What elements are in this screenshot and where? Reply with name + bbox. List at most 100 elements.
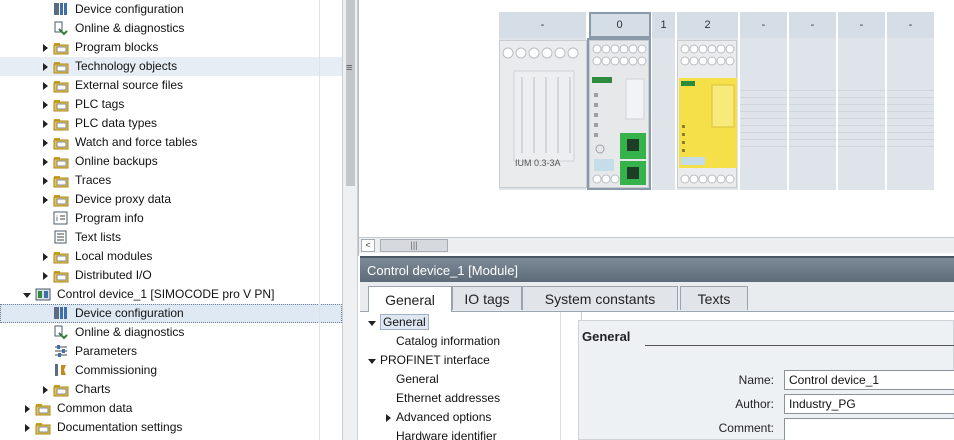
expand-right-icon[interactable] [41, 100, 51, 110]
device-config-icon [53, 2, 69, 17]
tree-splitter[interactable]: ≡ [342, 0, 358, 440]
folder-icon [53, 135, 69, 150]
inspector-nav-ethernet-addresses[interactable]: Ethernet addresses [360, 389, 581, 408]
inspector-nav-catalog-information[interactable]: Catalog information [360, 332, 581, 351]
slot-header[interactable]: 0 [589, 12, 651, 38]
tree-item-device-proxy-data[interactable]: Device proxy data [0, 190, 342, 209]
tree-item-plc-data-types[interactable]: PLC data types [0, 114, 342, 133]
parameters-icon [53, 344, 69, 359]
scroll-thumb[interactable]: ||| [380, 239, 448, 252]
tree-item-plc-tags[interactable]: PLC tags [0, 95, 342, 114]
tree-item-watch-and-force-tables[interactable]: Watch and force tables [0, 133, 342, 152]
expand-down-icon[interactable] [368, 318, 378, 328]
slot-header[interactable]: - [499, 12, 587, 38]
expand-right-icon[interactable] [41, 176, 51, 186]
expand-right-icon[interactable] [41, 43, 51, 53]
tree-item-text-lists[interactable]: Text lists [0, 228, 342, 247]
tree-item-common-data[interactable]: Common data [0, 399, 342, 418]
expansion-module[interactable] [677, 40, 737, 188]
device-view: -012---- IUM 0.3-3A < ||| [358, 0, 954, 256]
tree-item-program-info[interactable]: i Program info [0, 209, 342, 228]
name-field[interactable]: Control device_1 [784, 370, 954, 390]
expand-right-icon[interactable] [41, 271, 51, 281]
empty-slot[interactable] [838, 38, 886, 190]
expand-right-icon[interactable] [384, 413, 394, 423]
slot-header[interactable]: 1 [652, 12, 676, 38]
slot-header[interactable]: - [887, 12, 935, 38]
expand-right-icon[interactable] [41, 385, 51, 395]
folder-icon [53, 173, 69, 188]
expand-right-icon[interactable] [41, 62, 51, 72]
tree-item-commissioning[interactable]: Commissioning [0, 361, 342, 380]
tree-item-traces[interactable]: Traces [0, 171, 342, 190]
inspector-nav-label: Advanced options [396, 410, 492, 424]
tree-item-device-configuration[interactable]: Device configuration [0, 304, 342, 323]
author-field[interactable]: Industry_PG [784, 394, 954, 414]
inspector-nav-profinet-interface[interactable]: PROFINET interface [360, 351, 581, 370]
tab-texts[interactable]: Texts [680, 286, 748, 310]
tab-system-constants[interactable]: System constants [522, 286, 678, 310]
inspector-nav-label: General [396, 372, 439, 386]
empty-slot[interactable] [740, 38, 788, 190]
tree-item-control-device-1-simocode-pro-v-pn[interactable]: Control device_1 [SIMOCODE pro V PN] [0, 285, 342, 304]
inspector-nav-general[interactable]: General [360, 313, 581, 332]
empty-slot[interactable] [887, 38, 935, 190]
tab-io-tags[interactable]: IO tags [452, 286, 522, 310]
online-diagnostics-icon [53, 21, 69, 36]
expand-right-icon[interactable] [41, 252, 51, 262]
device-config-icon [53, 306, 69, 321]
comment-field[interactable] [784, 418, 954, 440]
tree-item-device-configuration[interactable]: Device configuration [0, 0, 342, 19]
tree-item-parameters[interactable]: Parameters [0, 342, 342, 361]
folder-icon [53, 154, 69, 169]
tree-item-local-modules[interactable]: Local modules [0, 247, 342, 266]
tree-item-program-blocks[interactable]: Program blocks [0, 38, 342, 57]
slot-header[interactable]: - [838, 12, 886, 38]
slot-header[interactable]: - [740, 12, 788, 38]
tree-item-online-diagnostics[interactable]: Online & diagnostics [0, 19, 342, 38]
expand-right-icon[interactable] [41, 157, 51, 167]
inspector-nav-advanced-options[interactable]: Advanced options [360, 408, 581, 427]
inspector-nav-hardware-identifier[interactable]: Hardware identifier [360, 427, 581, 440]
inspector-nav-general[interactable]: General [360, 370, 581, 389]
name-label: Name: [738, 373, 774, 387]
power-module[interactable]: IUM 0.3-3A [499, 40, 587, 188]
empty-slot[interactable] [789, 38, 837, 190]
expand-right-icon[interactable] [23, 404, 33, 414]
expand-right-icon[interactable] [41, 119, 51, 129]
expand-right-icon[interactable] [41, 195, 51, 205]
expand-right-icon[interactable] [41, 81, 51, 91]
empty-slot[interactable] [652, 38, 676, 190]
basic-unit-module[interactable] [587, 38, 651, 190]
expand-right-icon[interactable] [23, 423, 33, 433]
expand-down-icon[interactable] [23, 290, 33, 300]
tree-item-label: Control device_1 [SIMOCODE pro V PN] [57, 287, 275, 301]
slot-header[interactable]: 2 [677, 12, 739, 38]
tree-item-label: Traces [75, 173, 112, 187]
folder-icon [53, 116, 69, 131]
tree-item-online-backups[interactable]: Online backups [0, 152, 342, 171]
tree-item-label: PLC data types [75, 116, 158, 130]
folder-icon [53, 382, 69, 397]
project-tree: Device configuration Online & diagnostics… [0, 0, 342, 440]
tree-item-technology-objects[interactable]: Technology objects [0, 57, 342, 76]
tree-item-charts[interactable]: Charts [0, 380, 342, 399]
expand-right-icon[interactable] [41, 138, 51, 148]
tree-item-label: Device configuration [75, 306, 184, 320]
tree-item-label: Commissioning [75, 363, 158, 377]
inspector-nav-label: PROFINET interface [380, 353, 490, 367]
online-diagnostics-icon [53, 325, 69, 340]
tree-item-label: Local modules [75, 249, 153, 263]
scroll-left-button[interactable]: < [361, 239, 375, 252]
expand-down-icon[interactable] [368, 356, 378, 366]
tree-item-documentation-settings[interactable]: Documentation settings [0, 418, 342, 437]
tree-item-external-source-files[interactable]: External source files [0, 76, 342, 95]
tree-item-label: Charts [75, 382, 111, 396]
slot-header[interactable]: - [789, 12, 837, 38]
device-view-horizontal-scrollbar[interactable]: < ||| [359, 237, 954, 253]
tree-scrollbar[interactable] [346, 0, 355, 186]
tab-general[interactable]: General [368, 286, 452, 313]
tree-item-distributed-i-o[interactable]: Distributed I/O [0, 266, 342, 285]
splitter-grip-icon[interactable]: ≡ [346, 62, 352, 74]
tree-item-online-diagnostics[interactable]: Online & diagnostics [0, 323, 342, 342]
